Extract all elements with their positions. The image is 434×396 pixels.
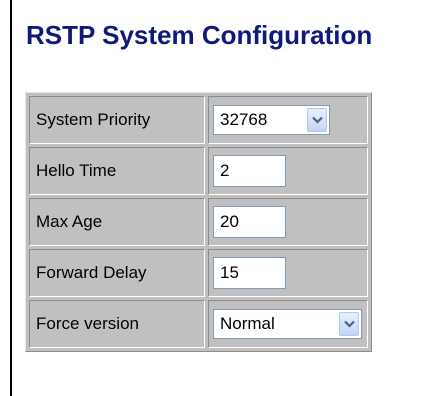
force-version-select[interactable]: Normal	[213, 309, 362, 339]
table-row: Forward Delay	[29, 249, 368, 297]
forward-delay-label: Forward Delay	[29, 249, 205, 297]
system-priority-label: System Priority	[29, 96, 205, 144]
system-priority-select[interactable]: 32768	[213, 105, 330, 135]
forward-delay-input[interactable]	[213, 257, 286, 289]
hello-time-input[interactable]	[213, 155, 286, 187]
chevron-down-icon[interactable]	[339, 312, 359, 336]
table-row: Hello Time	[29, 147, 368, 195]
system-priority-value: 32768	[220, 110, 268, 129]
rstp-config-table: System Priority 32768 Hello Time Max Age…	[25, 92, 372, 352]
page-title: RSTP System Configuration	[26, 20, 373, 50]
force-version-label: Force version	[29, 300, 205, 348]
max-age-label: Max Age	[29, 198, 205, 246]
table-row: Max Age	[29, 198, 368, 246]
hello-time-label: Hello Time	[29, 147, 205, 195]
table-row: Force version Normal	[29, 300, 368, 348]
table-row: System Priority 32768	[29, 96, 368, 144]
chevron-down-icon[interactable]	[307, 108, 327, 132]
force-version-value: Normal	[220, 314, 275, 333]
left-border-line	[10, 0, 12, 396]
max-age-input[interactable]	[213, 206, 286, 238]
